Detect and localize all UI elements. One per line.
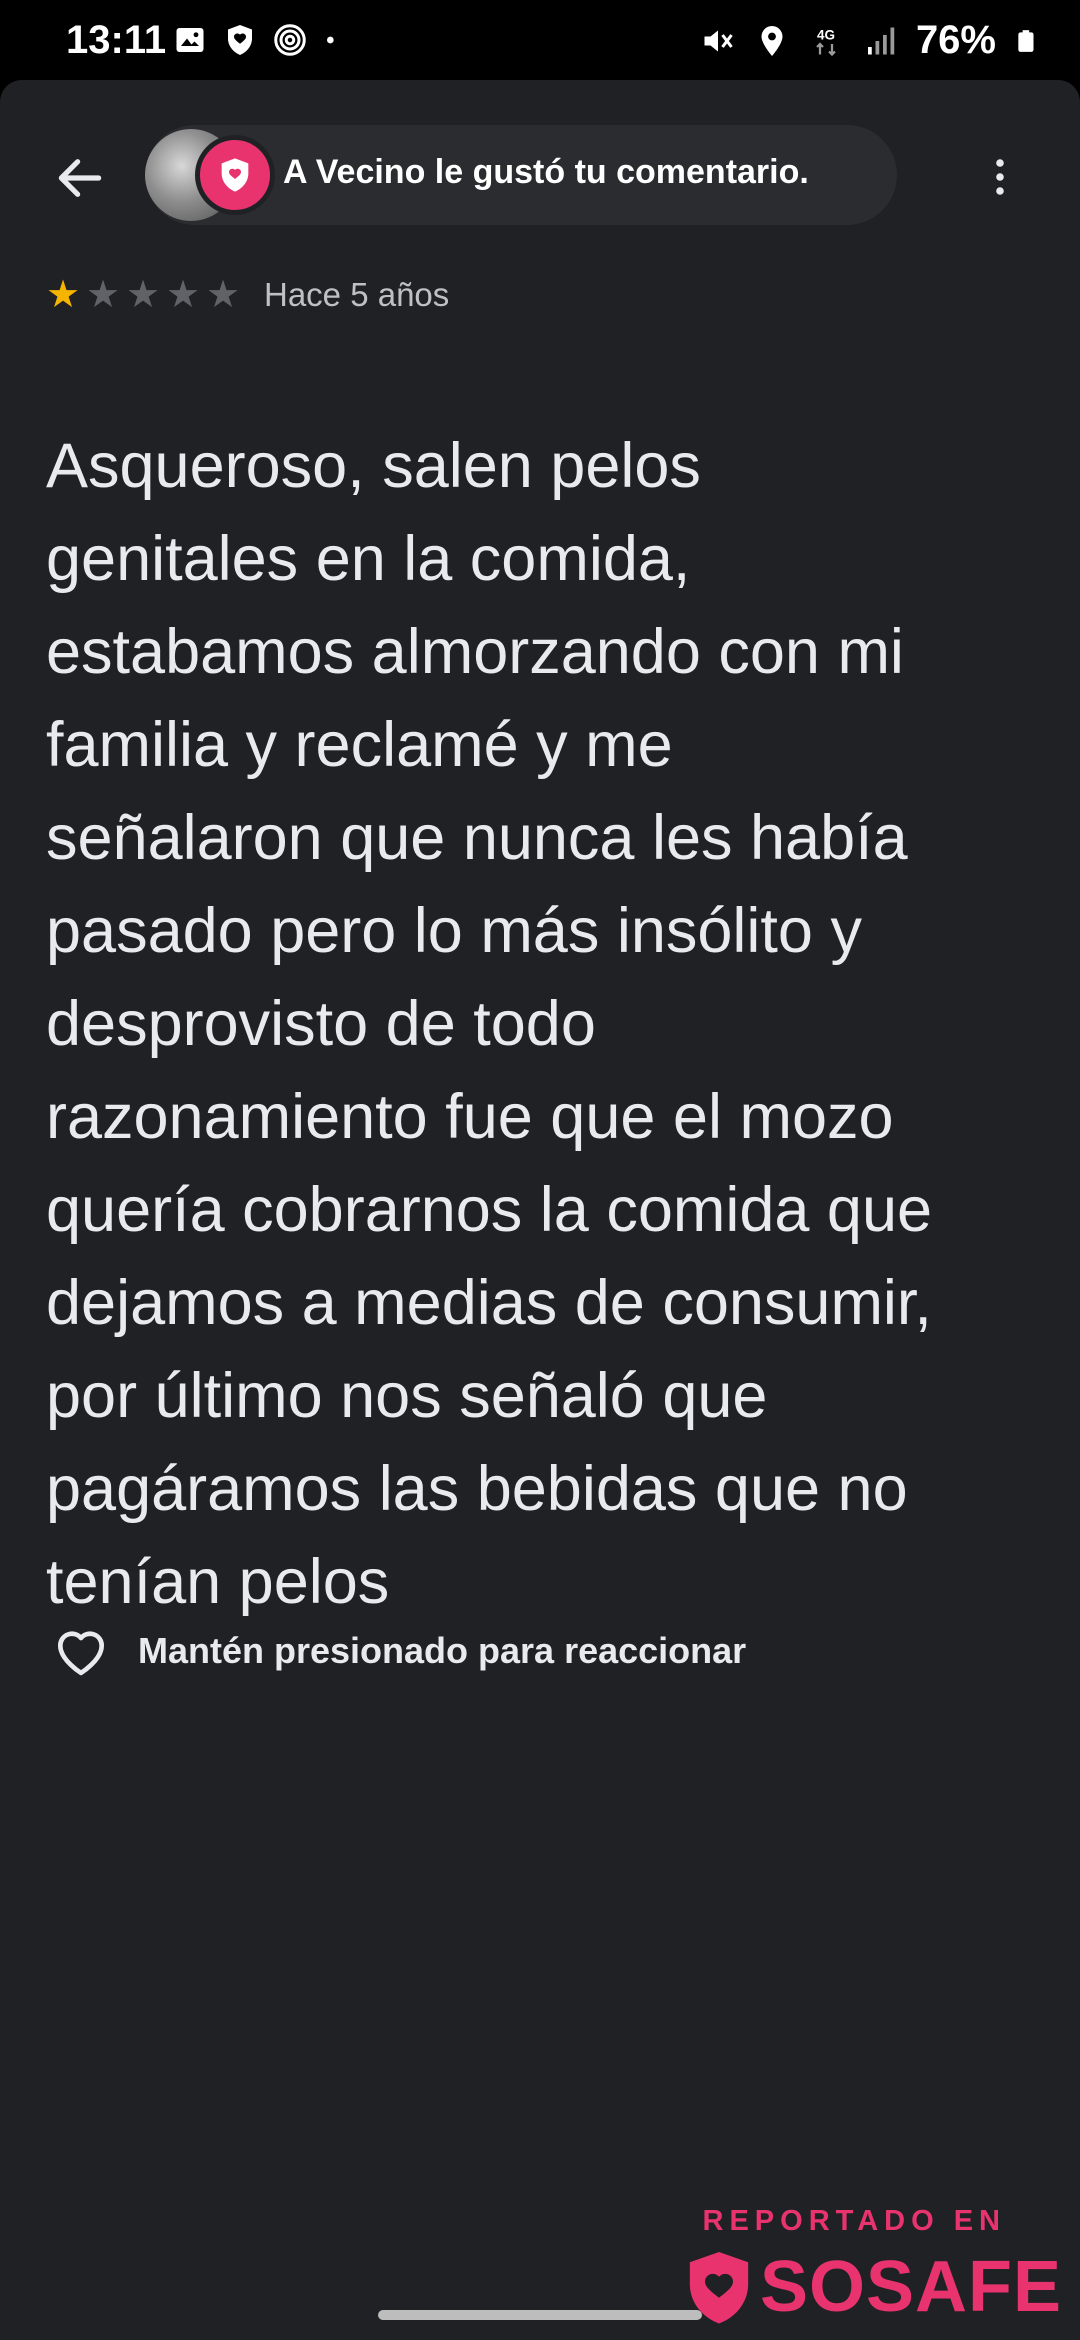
star-empty-icon: ★ — [165, 274, 201, 316]
review-screen: A Vecino le gustó tu comentario. ★ ★ ★ ★ ★ H… — [0, 80, 1080, 2340]
more-vertical-icon — [996, 159, 1004, 195]
star-empty-icon: ★ — [205, 274, 241, 316]
review-text-line: Asqueroso, salen pelos — [46, 431, 701, 501]
image-icon — [176, 28, 204, 52]
status-bar: 13:11 4G 76% — [0, 0, 1080, 80]
star-rating: ★ ★ ★ ★ ★ — [44, 275, 242, 315]
svg-text:4G: 4G — [817, 27, 835, 42]
reaction-button[interactable]: Mantén presionado para reaccionar — [50, 1620, 746, 1682]
review-text-line: dejamos a medias de consumir, — [46, 1268, 932, 1338]
star-empty-icon: ★ — [85, 274, 121, 316]
reaction-label: Mantén presionado para reaccionar — [138, 1630, 747, 1671]
review-text: Asqueroso, salen pelos genitales en la co… — [46, 420, 1046, 1629]
signal-icon — [867, 27, 895, 54]
battery-percentage: 76% — [915, 18, 996, 62]
star-filled-icon: ★ — [45, 274, 81, 316]
notification-chip[interactable]: A Vecino le gustó tu comentario. — [145, 125, 897, 225]
location-icon — [761, 25, 783, 56]
status-time: 13:11 — [66, 18, 167, 62]
back-button[interactable] — [40, 138, 120, 218]
dot-icon — [327, 36, 334, 44]
review-text-line: genitales en la comida, — [46, 524, 691, 594]
4g-data-icon: 4G — [816, 27, 836, 56]
battery-icon — [1018, 29, 1034, 52]
review-text-line: por último nos señaló que — [46, 1361, 768, 1431]
top-bar: A Vecino le gustó tu comentario. — [0, 80, 1080, 260]
review-text-line: estabamos almorzando con mi — [46, 617, 904, 687]
arrow-left-icon — [58, 159, 102, 197]
star-empty-icon: ★ — [125, 274, 161, 316]
notification-text: A Vecino le gustó tu comentario. — [283, 153, 809, 191]
status-right-icons: 4G 76% — [700, 18, 1040, 63]
sosafe-shield-icon — [221, 158, 249, 192]
status-left-icons — [172, 22, 342, 58]
watermark-caption: REPORTADO EN — [702, 2205, 1006, 2237]
review-text-line: pasado pero lo más insólito y — [46, 896, 862, 966]
mute-vibrate-icon — [704, 30, 733, 51]
sosafe-badge — [195, 135, 275, 215]
watermark-brand-text: SOSAFE — [759, 2247, 1062, 2327]
review-text-line: familia y reclamé y me — [46, 710, 673, 780]
review-text-line: desprovisto de todo — [46, 989, 596, 1059]
review-text-line: razonamiento fue que el mozo — [46, 1082, 894, 1152]
review-text-line: tenían pelos — [46, 1547, 390, 1617]
rating-row: ★ ★ ★ ★ ★ Hace 5 años — [44, 275, 449, 315]
review-text-line: quería cobrarnos la comida que — [46, 1175, 933, 1245]
review-text-line: señalaron que nunca les había — [46, 803, 908, 873]
review-time: Hace 5 años — [264, 276, 450, 313]
watermark-brand: SOSAFE — [684, 2246, 1062, 2328]
heart-outline-icon — [58, 1631, 104, 1676]
home-indicator[interactable] — [378, 2310, 702, 2320]
watermark: REPORTADO EN SOSAFE — [684, 2205, 1062, 2328]
at-sign-icon — [274, 24, 306, 56]
more-options-button[interactable] — [965, 142, 1035, 212]
shield-icon — [228, 25, 252, 55]
review-text-line: pagáramos las bebidas que no — [46, 1454, 908, 1524]
